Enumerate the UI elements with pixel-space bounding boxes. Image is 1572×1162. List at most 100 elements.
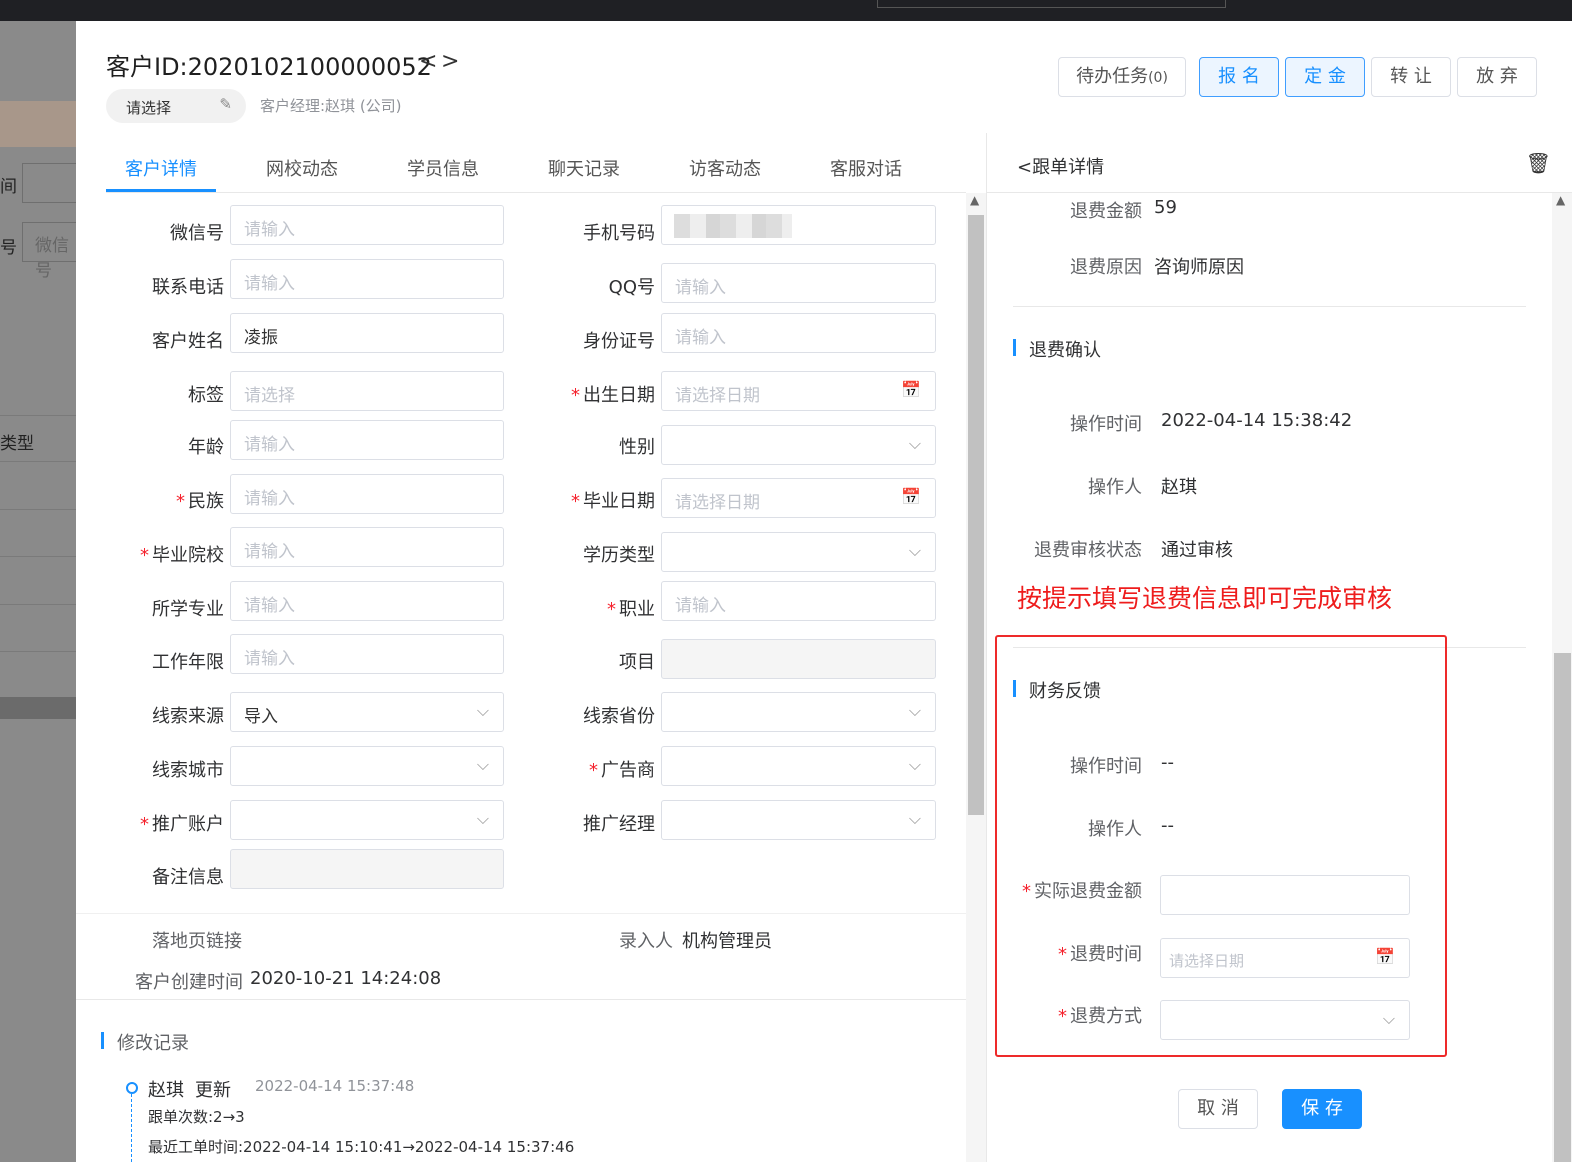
right-scrollbar-thumb[interactable] [1554,653,1571,1162]
name-input[interactable]: 凌振 [230,313,504,353]
promo-manager-label: 推广经理 [583,814,655,835]
background-row [0,556,76,557]
background-row [0,415,76,416]
background-row [0,461,76,462]
tag-label: 标签 [188,385,224,406]
grad-date-label: * 毕业日期 [571,491,655,512]
ethnicity-input[interactable]: 请输入 [230,474,504,514]
prev-customer-button[interactable]: < [419,49,437,74]
background-input-text: 微信号 [35,236,69,281]
chevron-down-icon: ⌵ [476,701,489,720]
age-input[interactable]: 请输入 [230,420,504,460]
lead-province-label: 线索省份 [583,706,655,727]
promo-account-select[interactable]: ⌵ [230,800,504,840]
lead-province-select[interactable]: ⌵ [661,692,936,732]
cancel-button[interactable]: 取 消 [1178,1089,1258,1129]
customer-id-title: 客户ID:2020102100000052 [106,53,432,81]
customer-manager: 客户经理:赵琪 (公司) [260,97,402,115]
chevron-down-icon: ⌵ [908,809,921,828]
project-input [661,639,936,679]
tab-service-chat[interactable]: 客服对话 [830,155,902,181]
background-row [0,651,76,652]
birthday-placeholder: 请选择日期 [675,386,760,406]
job-input[interactable]: 请输入 [661,581,936,621]
id-card-input[interactable]: 请输入 [661,313,936,353]
tab-bar: 客户详情 网校动态 学员信息 聊天记录 访客动态 客服对话 [106,133,966,193]
remark-input [230,849,504,889]
birthday-label: * 出生日期 [571,385,655,406]
background-input: 微信号 [22,222,76,281]
next-customer-button[interactable]: > [441,49,459,74]
background-row [0,509,76,510]
history-time: 2022-04-14 15:37:48 [255,1077,415,1095]
abandon-button[interactable]: 放 弃 [1457,57,1537,97]
contact-phone-input[interactable]: 请输入 [230,259,504,299]
gender-select[interactable]: ⌵ [661,425,936,465]
tab-student-info[interactable]: 学员信息 [407,155,479,181]
major-label: 所学专业 [152,599,224,620]
follow-detail-header: <跟单详情 🗑 [987,133,1572,193]
edit-icon: ✎ [219,95,232,113]
tab-chat-history[interactable]: 聊天记录 [548,155,620,181]
work-years-label: 工作年限 [152,652,224,673]
scroll-up-icon: ▲ [1556,193,1566,207]
tab-customer-detail[interactable]: 客户详情 [125,155,197,181]
status-select-value: 请选择 [126,99,172,117]
id-card-label: 身份证号 [583,331,655,352]
transfer-button[interactable]: 转 让 [1371,57,1451,97]
left-scrollbar[interactable]: ▲ [966,193,986,1162]
major-input[interactable]: 请输入 [230,581,504,621]
annotation-hint: 按提示填写退费信息即可完成审核 [1017,584,1393,613]
follow-detail-panel: <跟单详情 🗑 退费金额 59 退费原因 咨询师原因 退费确认 操作时间 202… [986,133,1572,1162]
promo-manager-select[interactable]: ⌵ [661,800,936,840]
project-label: 项目 [619,652,655,673]
age-label: 年龄 [188,437,224,458]
qq-input[interactable]: 请输入 [661,263,936,303]
lead-city-select[interactable]: ⌵ [230,746,504,786]
contact-phone-label: 联系电话 [152,277,224,298]
tab-visitor-activity[interactable]: 访客动态 [689,155,761,181]
tag-select[interactable]: 请选择 [230,371,504,411]
save-button[interactable]: 保 存 [1282,1089,1362,1129]
wechat-label: 微信号 [170,223,224,244]
background-app: 间 号 微信号 类型 [0,21,76,1162]
chevron-down-icon: ⌵ [476,809,489,828]
lead-source-value: 导入 [244,707,278,727]
recorder-value: 机构管理员 [682,931,772,952]
refund-reason-label: 退费原因 [1070,257,1142,278]
work-years-input[interactable]: 请输入 [230,634,504,674]
refund-amount-value: 59 [1154,197,1177,218]
timeline-line [131,1094,132,1162]
birthday-picker[interactable]: 请选择日期 📅 [661,371,936,411]
status-select[interactable]: 请选择 ✎ [106,89,246,123]
right-scrollbar[interactable]: ▲ [1552,193,1572,1162]
school-input[interactable]: 请输入 [230,527,504,567]
phone-input[interactable] [661,205,936,245]
operator-value: 赵琪 [1161,477,1197,498]
customer-detail-panel: 客户详情 网校动态 学员信息 聊天记录 访客动态 客服对话 微信号 联系电话 客… [76,133,986,1162]
refund-amount-label: 退费金额 [1070,201,1142,222]
background-band [0,101,76,147]
job-label: * 职业 [607,599,655,620]
advertiser-select[interactable]: ⌵ [661,746,936,786]
tab-school-activity[interactable]: 网校动态 [266,155,338,181]
register-button[interactable]: 报 名 [1199,57,1279,97]
wechat-input[interactable]: 请输入 [230,205,504,245]
top-bar [0,0,1572,21]
trash-icon[interactable]: 🗑 [1526,151,1551,175]
background-input [22,163,76,203]
left-scrollbar-thumb[interactable] [968,215,984,815]
op-time-value: 2022-04-14 15:38:42 [1161,410,1353,431]
todo-button[interactable]: 待办任务(0) [1058,57,1186,97]
lead-source-label: 线索来源 [152,706,224,727]
grad-date-picker[interactable]: 请选择日期 📅 [661,478,936,518]
background-strip [0,697,76,719]
recorder-label: 录入人 [619,931,673,952]
back-button[interactable]: <跟单详情 [1017,153,1104,179]
deposit-button[interactable]: 定 金 [1285,57,1365,97]
gender-label: 性别 [619,437,655,458]
edu-type-select[interactable]: ⌵ [661,532,936,572]
lead-source-select[interactable]: 导入 ⌵ [230,692,504,732]
background-row [0,604,76,605]
remark-label: 备注信息 [152,867,224,888]
